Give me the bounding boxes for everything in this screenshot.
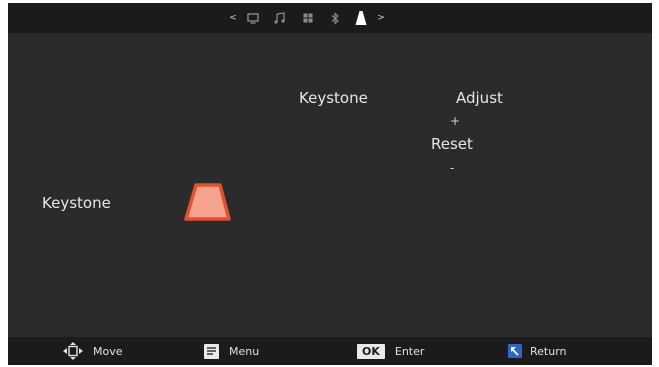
monitor-icon[interactable]	[240, 7, 266, 29]
hint-enter: OK Enter	[357, 337, 424, 365]
bluetooth-icon[interactable]	[322, 7, 348, 29]
dpad-arrows-icon	[63, 342, 83, 360]
tv-screen: < > Keystone Adjust + Reset - Keystone M…	[8, 3, 652, 365]
hint-move-label: Move	[93, 344, 123, 358]
hint-move: Move	[63, 337, 123, 365]
bottom-hint-bar: Move Menu OK Enter Return	[8, 337, 652, 365]
hint-menu-label: Menu	[229, 344, 260, 358]
apps-grid-icon[interactable]	[294, 7, 322, 29]
adjust-label: Adjust	[456, 89, 503, 107]
hint-menu: Menu	[204, 337, 259, 365]
hint-return-label: Return	[530, 344, 567, 358]
menu-key-icon	[204, 343, 219, 359]
keystone-trapezoid-icon[interactable]	[348, 7, 374, 29]
return-arrow-icon	[508, 344, 522, 358]
reset-button[interactable]: Reset	[431, 135, 473, 153]
nav-prev-arrow[interactable]: <	[226, 7, 240, 29]
nav-next-arrow[interactable]: >	[374, 7, 388, 29]
page-title: Keystone	[299, 89, 368, 107]
ok-key-icon: OK	[357, 343, 385, 359]
category-tabs: < >	[226, 7, 388, 29]
plus-button[interactable]: +	[450, 114, 460, 128]
minus-button[interactable]: -	[450, 161, 454, 175]
keystone-preview-shape	[184, 183, 231, 221]
music-note-icon[interactable]	[266, 7, 294, 29]
hint-return: Return	[508, 337, 567, 365]
hint-enter-label: Enter	[394, 344, 425, 358]
top-nav-bar: < >	[8, 3, 652, 33]
keystone-preview-icon	[184, 183, 231, 221]
keystone-label: Keystone	[42, 194, 111, 212]
